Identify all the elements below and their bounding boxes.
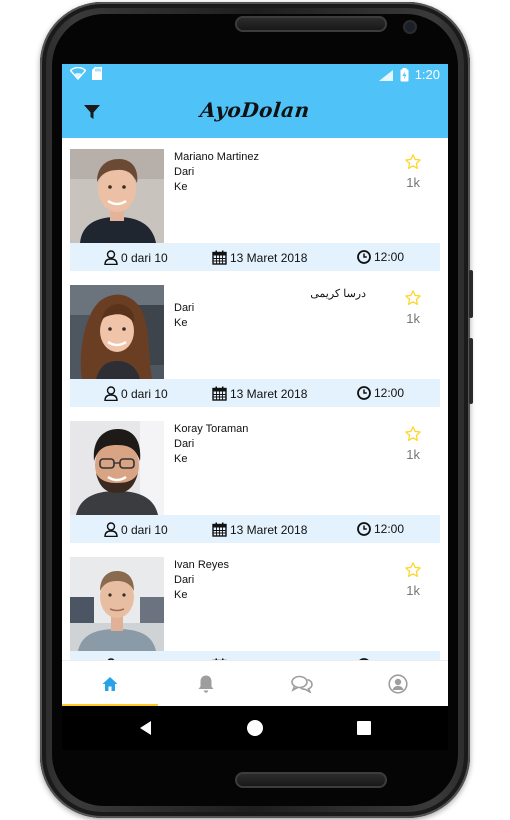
star-icon[interactable] — [404, 289, 422, 307]
time-text: 12:00 — [374, 250, 405, 264]
driver-name: Koray Toraman — [174, 423, 249, 435]
home-button-icon[interactable] — [245, 718, 265, 738]
driver-name: درسا کریمی — [310, 288, 366, 300]
clock-icon — [357, 522, 371, 536]
bottom-speaker — [235, 772, 387, 788]
seats-info: 0 dari 10 — [104, 386, 168, 401]
home-icon — [102, 677, 118, 691]
front-camera — [405, 22, 415, 32]
to-label: Ke — [174, 589, 188, 601]
calendar-icon — [212, 386, 227, 401]
seats-info: 0 dari 10 — [104, 250, 168, 265]
user-icon — [104, 250, 118, 265]
to-label: Ke — [174, 453, 188, 465]
star-icon[interactable] — [404, 153, 422, 171]
ride-card[interactable]: درسا کریمی Dari Ke 1k 0 dari 10 13 Maret… — [70, 285, 440, 407]
time-text: 12:00 — [374, 522, 405, 536]
seats-info: 0 dari 10 — [104, 522, 168, 537]
to-label: Ke — [174, 317, 188, 329]
ride-info-bar: 0 dari 10 13 Maret 2018 12:00 — [70, 243, 440, 271]
volume-button — [469, 270, 473, 318]
seats-text: 0 dari 10 — [121, 522, 168, 537]
back-icon[interactable] — [136, 718, 156, 738]
top-speaker — [235, 16, 387, 32]
like-count: 1k — [406, 311, 420, 326]
signal-lte-icon — [378, 69, 393, 81]
date-text: 13 Maret 2018 — [230, 386, 308, 401]
calendar-icon — [212, 250, 227, 265]
nav-notifications[interactable] — [158, 661, 254, 706]
profile-icon — [388, 674, 408, 694]
to-label: Ke — [174, 181, 188, 193]
date-info: 13 Maret 2018 — [212, 250, 307, 265]
recents-icon[interactable] — [354, 718, 374, 738]
power-button — [469, 338, 473, 404]
ride-card[interactable]: Mariano Martinez Dari Ke 1k 0 dari 10 13… — [70, 149, 440, 271]
app-screen: 1:20 AyoDolan Mariano Martinez Dari Ke 1… — [62, 64, 448, 706]
app-title: AyoDolan — [199, 98, 311, 122]
driver-name: Mariano Martinez — [174, 151, 259, 163]
ride-info-bar: 0 dari 10 13 Maret 2018 12:00 — [70, 515, 440, 543]
time-info: 12:00 — [357, 386, 404, 400]
seats-text: 0 dari 10 — [121, 386, 168, 401]
like-count: 1k — [406, 583, 420, 598]
star-icon[interactable] — [404, 561, 422, 579]
driver-name: Ivan Reyes — [174, 559, 230, 571]
time-info: 12:00 — [357, 250, 404, 264]
status-bar: 1:20 — [62, 64, 448, 86]
driver-photo — [70, 285, 164, 379]
driver-photo — [70, 149, 164, 243]
driver-photo — [70, 421, 164, 515]
nav-messages[interactable] — [254, 661, 350, 706]
from-label: Dari — [174, 438, 195, 450]
system-navigation-bar — [62, 706, 448, 750]
user-icon — [104, 386, 118, 401]
wifi-icon — [70, 67, 86, 80]
like-count: 1k — [406, 447, 420, 462]
from-label: Dari — [174, 574, 195, 586]
nav-home[interactable] — [62, 661, 158, 706]
time-info: 12:00 — [357, 522, 404, 536]
bottom-navigation — [62, 660, 448, 706]
ride-list[interactable]: Mariano Martinez Dari Ke 1k 0 dari 10 13… — [70, 149, 440, 660]
time-text: 12:00 — [374, 386, 405, 400]
calendar-icon — [212, 522, 227, 537]
sd-card-icon — [92, 67, 102, 80]
star-icon[interactable] — [404, 425, 422, 443]
like-count: 1k — [406, 175, 420, 190]
nav-profile[interactable] — [350, 661, 446, 706]
chat-icon — [291, 675, 313, 693]
from-label: Dari — [174, 302, 195, 314]
ride-info-bar: 0 dari 10 13 Maret 2018 12:00 — [70, 651, 440, 660]
date-text: 13 Maret 2018 — [230, 522, 308, 537]
clock-icon — [357, 386, 371, 400]
battery-charging-icon — [400, 68, 409, 82]
date-text: 13 Maret 2018 — [230, 250, 308, 265]
clock-icon — [357, 250, 371, 264]
date-info: 13 Maret 2018 — [212, 386, 307, 401]
app-bar: AyoDolan — [62, 86, 448, 138]
bell-icon — [198, 675, 214, 693]
seats-text: 0 dari 10 — [121, 250, 168, 265]
ride-info-bar: 0 dari 10 13 Maret 2018 12:00 — [70, 379, 440, 407]
ride-card[interactable]: Ivan Reyes Dari Ke 1k 0 dari 10 — [70, 557, 440, 660]
from-label: Dari — [174, 166, 195, 178]
date-info: 13 Maret 2018 — [212, 522, 307, 537]
driver-photo — [70, 557, 164, 651]
status-time: 1:20 — [414, 67, 440, 82]
user-icon — [104, 522, 118, 537]
ride-card[interactable]: Koray Toraman Dari Ke 1k 0 dari 10 13 Ma… — [70, 421, 440, 543]
